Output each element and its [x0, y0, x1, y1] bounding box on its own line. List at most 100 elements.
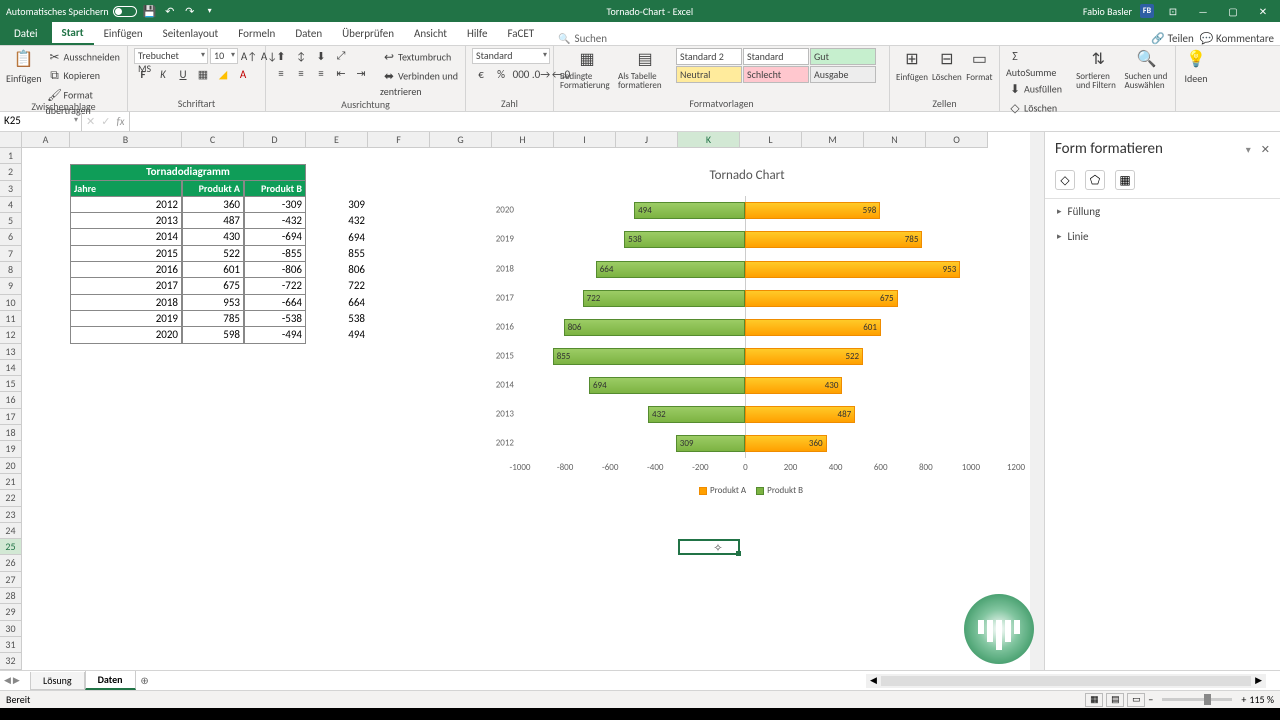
italic-button[interactable]: K	[154, 66, 172, 82]
bar-produkt-b[interactable]: 494	[634, 202, 745, 219]
fx-icon[interactable]: fx	[116, 115, 124, 128]
fx-cancel-icon[interactable]: ✕	[86, 115, 95, 128]
bar-produkt-b[interactable]: 432	[648, 406, 745, 423]
cut-button[interactable]: ✂Ausschneiden	[46, 48, 121, 66]
close-icon[interactable]: ✕	[1252, 5, 1274, 18]
orientation-icon[interactable]: ⤢	[332, 48, 350, 64]
align-right-icon[interactable]: ≡	[312, 65, 330, 81]
col-header-C[interactable]: C	[182, 132, 244, 148]
align-center-icon[interactable]: ≡	[292, 65, 310, 81]
ribbon-display-icon[interactable]: ⊡	[1162, 5, 1184, 18]
sort-filter-button[interactable]: ⇅Sortieren und Filtern	[1076, 48, 1120, 90]
currency-icon[interactable]: €	[472, 66, 490, 82]
font-size-combo[interactable]: 10	[210, 48, 238, 64]
row-header-21[interactable]: 21	[0, 474, 22, 490]
row-header-13[interactable]: 13	[0, 344, 22, 360]
row-header-17[interactable]: 17	[0, 409, 22, 425]
find-select-button[interactable]: 🔍Suchen und Auswählen	[1125, 48, 1169, 90]
table-row[interactable]: 2017675-722	[70, 278, 306, 294]
bar-produkt-a[interactable]: 522	[745, 348, 863, 365]
tornado-chart[interactable]: Tornado Chart 20204945982019538785201866…	[470, 164, 1024, 506]
bar-produkt-a[interactable]: 360	[745, 435, 826, 452]
bar-produkt-a[interactable]: 601	[745, 319, 880, 336]
col-header-I[interactable]: I	[554, 132, 616, 148]
increase-font-icon[interactable]: A↑	[240, 48, 258, 64]
col-produkt-a[interactable]: Produkt A	[182, 181, 244, 197]
border-button[interactable]: ▦	[194, 66, 212, 82]
name-box[interactable]: K25	[0, 112, 82, 131]
table-row[interactable]: 2016601-806	[70, 262, 306, 278]
view-normal-icon[interactable]: ▦	[1085, 693, 1103, 707]
bar-produkt-a[interactable]: 953	[745, 261, 960, 278]
tab-formulas[interactable]: Formeln	[228, 21, 285, 45]
table-row[interactable]: 2012360-309	[70, 197, 306, 213]
col-header-N[interactable]: N	[864, 132, 926, 148]
user-name[interactable]: Fabio Basler	[1083, 5, 1132, 18]
cell-style-std2[interactable]: Standard 2	[676, 48, 742, 65]
col-header-H[interactable]: H	[492, 132, 554, 148]
row-header-7[interactable]: 7	[0, 246, 22, 262]
tab-insert[interactable]: Einfügen	[94, 21, 153, 45]
row-header-4[interactable]: 4	[0, 197, 22, 213]
size-props-icon[interactable]: ▦	[1115, 170, 1135, 190]
wrap-text-button[interactable]: ↩Textumbruch	[380, 48, 459, 66]
sheet-tab-losung[interactable]: Lösung	[30, 672, 85, 690]
row-header-12[interactable]: 12	[0, 327, 22, 343]
pane-options-icon[interactable]: ▾	[1246, 143, 1251, 156]
minimize-icon[interactable]: —	[1192, 5, 1214, 18]
bar-produkt-a[interactable]: 675	[745, 290, 897, 307]
col-header-L[interactable]: L	[740, 132, 802, 148]
tab-review[interactable]: Überprüfen	[332, 21, 404, 45]
cell-style-ausgabe[interactable]: Ausgabe	[810, 66, 876, 83]
row-header-30[interactable]: 30	[0, 621, 22, 637]
share-button[interactable]: 🔗 Teilen	[1151, 32, 1193, 45]
number-format-combo[interactable]: Standard	[472, 48, 550, 64]
col-header-E[interactable]: E	[306, 132, 368, 148]
cell[interactable]: 538	[306, 311, 368, 327]
cell-style-std[interactable]: Standard	[743, 48, 809, 65]
table-row[interactable]: 2014430-694	[70, 229, 306, 245]
table-row[interactable]: 2015522-855	[70, 246, 306, 262]
row-header-9[interactable]: 9	[0, 278, 22, 294]
toggle-switch[interactable]	[113, 6, 137, 17]
fill-line-icon[interactable]: ◇	[1055, 170, 1075, 190]
col-jahre[interactable]: Jahre	[70, 181, 182, 197]
row-header-19[interactable]: 19	[0, 441, 22, 457]
row-header-2[interactable]: 2	[0, 164, 22, 180]
indent-right-icon[interactable]: ⇥	[352, 65, 370, 81]
tab-help[interactable]: Hilfe	[457, 21, 497, 45]
horizontal-scrollbar[interactable]: ◀▶	[866, 674, 1266, 688]
row-header-23[interactable]: 23	[0, 507, 22, 523]
bar-produkt-b[interactable]: 694	[589, 377, 745, 394]
col-header-G[interactable]: G	[430, 132, 492, 148]
cell[interactable]: 855	[306, 246, 368, 262]
row-header-1[interactable]: 1	[0, 148, 22, 164]
search-box[interactable]: Suchen	[558, 32, 607, 45]
row-header-5[interactable]: 5	[0, 213, 22, 229]
row-header-22[interactable]: 22	[0, 490, 22, 506]
align-top-icon[interactable]: ⬆	[272, 48, 290, 64]
col-header-F[interactable]: F	[368, 132, 430, 148]
row-header-32[interactable]: 32	[0, 653, 22, 669]
row-header-8[interactable]: 8	[0, 262, 22, 278]
sheet-nav-prev-icon[interactable]: ◀	[4, 675, 11, 686]
col-header-D[interactable]: D	[244, 132, 306, 148]
view-page-layout-icon[interactable]: ▤	[1106, 693, 1124, 707]
bar-produkt-a[interactable]: 430	[745, 377, 842, 394]
row-header-18[interactable]: 18	[0, 425, 22, 441]
cell[interactable]: 309	[306, 197, 368, 213]
align-middle-icon[interactable]: ↕	[292, 48, 310, 64]
cells-format-button[interactable]: ▭Format	[966, 48, 993, 83]
row-header-26[interactable]: 26	[0, 555, 22, 571]
zoom-level[interactable]: 115 %	[1249, 693, 1274, 706]
save-icon[interactable]: 💾	[143, 4, 157, 18]
col-header-M[interactable]: M	[802, 132, 864, 148]
fill-button[interactable]: ⬇Ausfüllen	[1006, 80, 1072, 98]
font-color-button[interactable]: A	[234, 66, 252, 82]
bar-produkt-b[interactable]: 855	[553, 348, 746, 365]
bar-produkt-b[interactable]: 806	[564, 319, 746, 336]
cell-style-schlecht[interactable]: Schlecht	[743, 66, 809, 83]
tab-file[interactable]: Datei	[0, 21, 52, 45]
cell[interactable]: 694	[306, 230, 368, 246]
zoom-slider[interactable]	[1162, 698, 1232, 701]
